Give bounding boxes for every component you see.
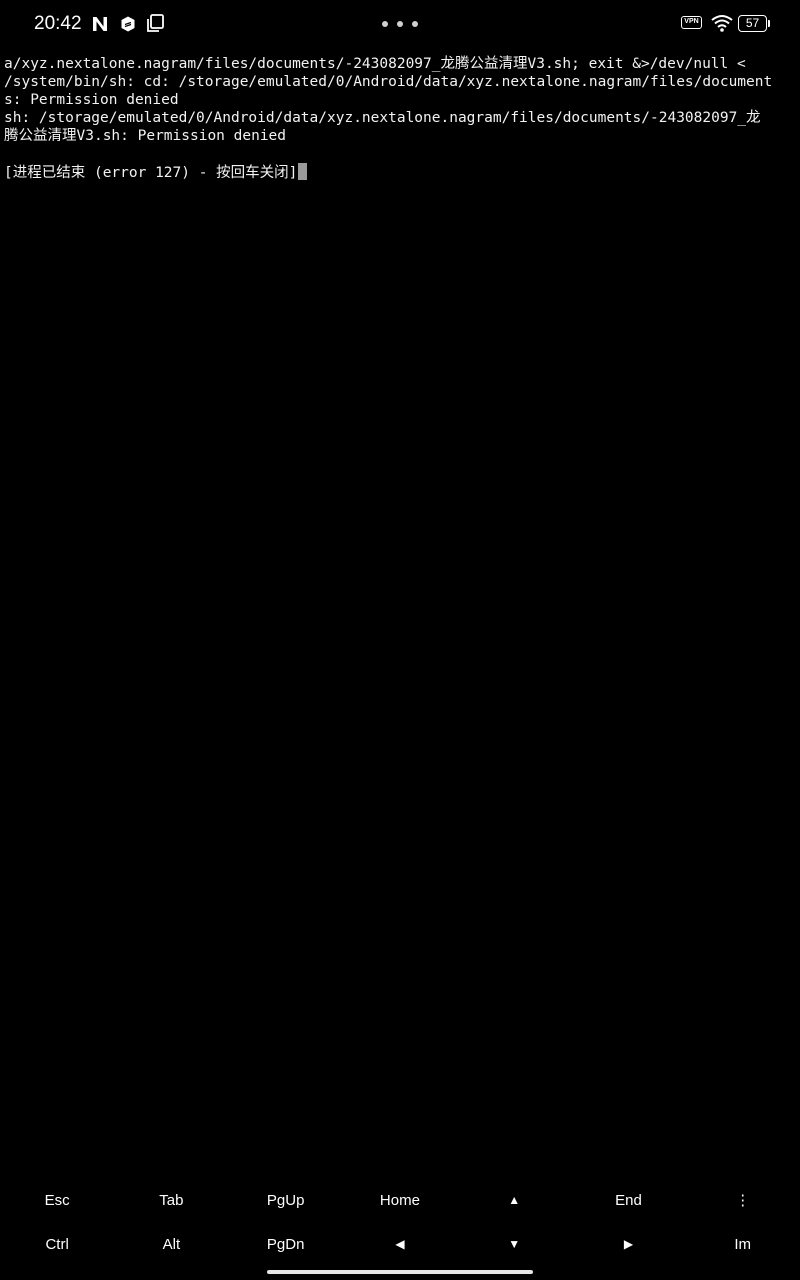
arrow-up-key[interactable]: ▲	[457, 1178, 571, 1222]
wifi-icon	[711, 15, 733, 32]
tab-key[interactable]: Tab	[114, 1178, 228, 1222]
esc-key[interactable]: Esc	[0, 1178, 114, 1222]
terminal-line: sh: /storage/emulated/0/Android/data/xyz…	[4, 110, 761, 126]
extra-keys-row-1: Esc Tab PgUp Home ▲ End ⋮	[0, 1178, 800, 1222]
gesture-nav-handle[interactable]	[267, 1270, 533, 1274]
extra-keys-bar: Esc Tab PgUp Home ▲ End ⋮ Ctrl Alt PgDn …	[0, 1178, 800, 1266]
battery-tip	[768, 20, 770, 27]
terminal-output[interactable]: a/xyz.nextalone.nagram/files/documents/-…	[4, 55, 796, 181]
terminal-line: a/xyz.nextalone.nagram/files/documents/-…	[4, 56, 746, 72]
input-method-key[interactable]: Im	[686, 1222, 800, 1266]
vpn-icon: VPN	[681, 16, 702, 29]
more-options-key[interactable]: ⋮	[686, 1178, 800, 1222]
terminal-line: /system/bin/sh: cd: /storage/emulated/0/…	[4, 74, 773, 90]
n-app-icon	[93, 17, 107, 31]
status-bar: 20:42 VPN 57	[0, 0, 800, 48]
battery-icon: 57	[738, 15, 767, 32]
hexagon-app-icon	[121, 16, 135, 32]
alt-key[interactable]: Alt	[114, 1222, 228, 1266]
pgdn-key[interactable]: PgDn	[229, 1222, 343, 1266]
terminal-prompt-line: [进程已结束 (error 127) - 按回车关闭]	[4, 163, 796, 181]
terminal-line: 腾公益清理V3.sh: Permission denied	[4, 128, 287, 144]
end-key[interactable]: End	[571, 1178, 685, 1222]
process-ended-message: [进程已结束 (error 127) - 按回车关闭]	[4, 165, 298, 181]
extra-keys-row-2: Ctrl Alt PgDn ◀ ▼ ▶ Im	[0, 1222, 800, 1266]
copy-icon	[147, 14, 164, 32]
arrow-right-key[interactable]: ▶	[571, 1222, 685, 1266]
more-dots-icon[interactable]	[382, 21, 418, 27]
arrow-left-key[interactable]: ◀	[343, 1222, 457, 1266]
terminal-line: s: Permission denied	[4, 92, 179, 108]
home-key[interactable]: Home	[343, 1178, 457, 1222]
pgup-key[interactable]: PgUp	[229, 1178, 343, 1222]
status-time: 20:42	[34, 13, 82, 34]
ctrl-key[interactable]: Ctrl	[0, 1222, 114, 1266]
terminal-cursor	[298, 163, 308, 180]
arrow-down-key[interactable]: ▼	[457, 1222, 571, 1266]
